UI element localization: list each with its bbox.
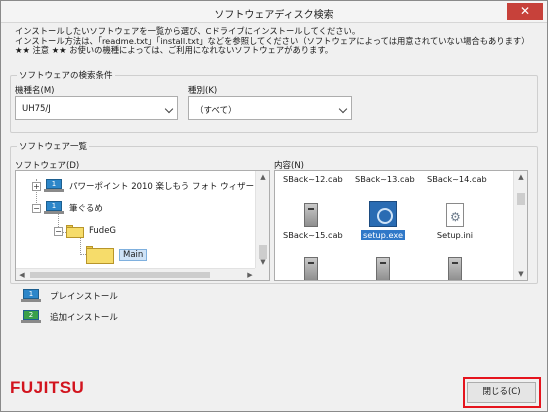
window-close-icon[interactable]: ✕ — [507, 3, 543, 20]
software-disk-search-window: ソフトウェアディスク検索 ✕ インストールしたいソフトウェアを一覧から選び、Cド… — [0, 0, 548, 412]
scroll-down-icon[interactable]: ▼ — [514, 268, 527, 280]
file-name: SBack~12.cab — [283, 174, 343, 184]
software-tree[interactable]: + 1 パワーポイント 2010 楽しもう フォト ウィザード − 1 筆ぐるめ… — [15, 170, 270, 281]
cabinet-file-icon — [448, 257, 462, 280]
tv-icon: 1 — [44, 179, 64, 193]
file-name: SBack~13.cab — [355, 174, 415, 184]
scroll-thumb[interactable] — [517, 193, 525, 205]
folder-icon — [86, 246, 114, 264]
file-item[interactable] — [283, 257, 339, 280]
tree-item-label: 筆ぐるめ — [69, 204, 103, 214]
tree-horizontal-scrollbar[interactable]: ◀ ▶ — [16, 268, 256, 280]
tree-item-label-selected: Main — [119, 249, 148, 261]
settings-file-icon — [446, 203, 464, 227]
file-item[interactable]: SBack~14.cab — [427, 174, 487, 184]
collapse-icon[interactable]: − — [54, 226, 63, 236]
chevron-down-icon — [164, 104, 174, 114]
fujitsu-logo: FUJITSU — [10, 378, 85, 397]
scroll-left-icon[interactable]: ◀ — [16, 269, 28, 280]
model-label: 機種名(M) — [15, 86, 55, 96]
tv-icon: 1 — [44, 201, 64, 215]
tree-item-main[interactable]: Main — [86, 246, 148, 264]
type-select-value: （すべて） — [195, 106, 237, 116]
file-name: SBack~15.cab — [283, 230, 343, 240]
tree-vertical-scrollbar[interactable]: ▲ ▼ — [255, 171, 269, 268]
file-item-selected[interactable]: setup.exe — [355, 201, 411, 240]
cabinet-file-icon — [304, 203, 318, 227]
file-item[interactable]: SBack~12.cab — [283, 174, 343, 184]
legend-preinstall-label: プレインストール — [50, 292, 118, 302]
file-name: SBack~14.cab — [427, 174, 487, 184]
software-list-label: ソフトウェア一覧 — [17, 140, 90, 152]
file-item[interactable]: Setup.ini — [427, 203, 483, 240]
file-item[interactable] — [427, 257, 483, 280]
legend-preinstall: 1 プレインストール — [21, 289, 118, 303]
collapse-icon[interactable]: − — [32, 203, 41, 213]
file-item[interactable]: SBack~15.cab — [283, 203, 343, 240]
setup-exe-icon — [369, 201, 397, 227]
content-list[interactable]: SBack~12.cab SBack~13.cab SBack~14.cab S… — [274, 170, 528, 281]
tree-item-fudegurume[interactable]: − 1 筆ぐるめ — [32, 200, 103, 216]
scroll-thumb[interactable] — [30, 272, 210, 278]
file-item[interactable]: SBack~13.cab — [355, 174, 415, 184]
intro-text: インストールしたいソフトウェアを一覧から選び、Cドライブにインストールしてくださ… — [15, 26, 530, 56]
highlight-frame — [463, 377, 541, 408]
legend-add-install: 2 追加インストール — [21, 310, 118, 324]
cabinet-file-icon — [304, 257, 318, 280]
intro-line-3: ★★ 注意 ★★ お使いの機種によっては、ご利用になれないソフトウェアがあります… — [15, 45, 334, 56]
model-select[interactable]: UH75/J — [15, 96, 178, 120]
tree-item-powerpoint[interactable]: + 1 パワーポイント 2010 楽しもう フォト ウィザード — [32, 178, 263, 194]
tree-item-label: パワーポイント 2010 楽しもう フォト ウィザード — [69, 182, 263, 192]
content-vertical-scrollbar[interactable]: ▲ ▼ — [513, 171, 527, 280]
scroll-up-icon[interactable]: ▲ — [514, 171, 527, 183]
window-title: ソフトウェアディスク検索 — [214, 10, 334, 21]
file-name: Setup.ini — [436, 230, 474, 240]
tree-item-label: FudeG — [89, 226, 117, 236]
type-select[interactable]: （すべて） — [188, 96, 352, 120]
title-bar: ソフトウェアディスク検索 ✕ — [1, 1, 547, 23]
chevron-down-icon — [338, 104, 348, 114]
search-conditions-label: ソフトウェアの検索条件 — [17, 69, 115, 81]
legend-add-install-label: 追加インストール — [50, 313, 118, 323]
cabinet-file-icon — [376, 257, 390, 280]
file-item[interactable] — [355, 257, 411, 280]
tv-icon: 2 — [21, 310, 41, 324]
type-label: 種別(K) — [188, 86, 218, 96]
folder-icon — [66, 224, 84, 238]
model-select-value: UH75/J — [22, 104, 51, 114]
scroll-up-icon[interactable]: ▲ — [256, 171, 269, 183]
tv-icon: 1 — [21, 289, 41, 303]
tree-item-fudeg[interactable]: − FudeG — [54, 223, 116, 239]
expand-icon[interactable]: + — [32, 181, 41, 191]
file-name: setup.exe — [360, 230, 406, 240]
scroll-down-icon[interactable]: ▼ — [256, 256, 269, 268]
